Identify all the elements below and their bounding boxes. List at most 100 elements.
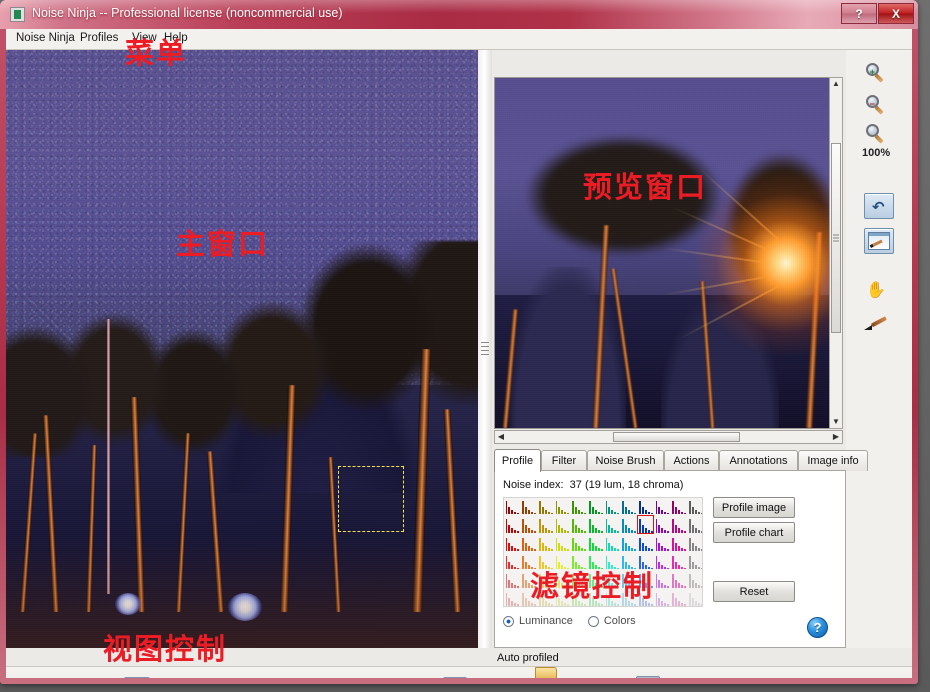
profile-cell[interactable] <box>505 555 520 570</box>
profile-cell[interactable] <box>688 518 702 533</box>
app-icon <box>10 7 25 22</box>
noise-sample-selection[interactable] <box>338 466 404 532</box>
zoom-selection-icon[interactable] <box>124 677 150 678</box>
profile-cell[interactable] <box>555 518 570 533</box>
noise-index-row: Noise index: 37 (19 lum, 18 chroma) <box>503 479 683 491</box>
profile-cell[interactable] <box>672 518 686 533</box>
profile-cell[interactable] <box>622 500 636 515</box>
profile-cell[interactable] <box>588 500 603 515</box>
profile-cell[interactable] <box>655 500 670 515</box>
tab-annotations[interactable]: Annotations <box>719 450 798 471</box>
profile-cell[interactable] <box>522 500 536 515</box>
preview-vscrollbar[interactable]: ▲ ▼ <box>829 77 843 429</box>
profile-cell[interactable] <box>505 573 520 588</box>
pane-splitter[interactable] <box>478 50 492 648</box>
profile-cell[interactable] <box>672 537 686 551</box>
channel-radio-group: Luminance Colors <box>503 615 636 627</box>
profile-cell[interactable] <box>538 500 553 515</box>
profile-cell[interactable] <box>555 537 570 551</box>
tab-profile[interactable]: Profile <box>494 449 541 472</box>
profile-cell[interactable] <box>688 500 702 515</box>
scroll-right-arrow[interactable]: ▶ <box>830 431 842 443</box>
profile-cell[interactable] <box>572 537 586 551</box>
client-area: Noise Ninja Profiles View Help ▲ ▼ ◀ ▶ +… <box>6 29 912 678</box>
tree-canopy-layer <box>6 241 478 457</box>
profile-cell[interactable] <box>522 518 536 533</box>
profile-image-button[interactable]: Profile image <box>713 497 795 518</box>
zoom-out-icon[interactable]: − <box>866 95 896 123</box>
close-button[interactable]: X <box>878 3 914 24</box>
profile-cell[interactable] <box>688 573 702 588</box>
context-help-icon[interactable]: ? <box>636 676 660 678</box>
profile-cell[interactable] <box>605 500 620 515</box>
preview-vscroll-thumb[interactable] <box>831 143 841 333</box>
profile-cell[interactable] <box>605 537 620 551</box>
profile-cell[interactable] <box>672 592 686 606</box>
reset-button[interactable]: Reset <box>713 581 795 602</box>
zoom-in-icon[interactable]: + <box>866 63 896 91</box>
profile-cell[interactable] <box>655 537 670 551</box>
revert-icon[interactable]: ↶ <box>864 193 894 221</box>
preview-hscroll-thumb[interactable] <box>613 432 740 442</box>
profile-cell[interactable] <box>638 500 653 515</box>
profile-cell[interactable] <box>622 518 636 533</box>
profile-cell[interactable] <box>655 573 670 588</box>
preview-image-canvas[interactable] <box>494 77 842 429</box>
brush-icon[interactable] <box>864 314 894 342</box>
tab-image-info[interactable]: Image info <box>798 450 868 471</box>
window-frame: Noise Ninja -- Professional license (non… <box>0 0 918 684</box>
profile-cell[interactable] <box>588 518 603 533</box>
tab-noise-brush[interactable]: Noise Brush <box>587 450 664 471</box>
profile-cell[interactable] <box>622 537 636 551</box>
profile-cell[interactable] <box>672 555 686 570</box>
window-title: Noise Ninja -- Professional license (non… <box>32 6 343 20</box>
profile-cell[interactable] <box>688 592 702 606</box>
tab-filter[interactable]: Filter <box>541 450 587 471</box>
colors-radio[interactable] <box>587 615 599 627</box>
menu-item-profiles[interactable]: Profiles <box>80 32 118 44</box>
profile-tab-panel: Noise index: 37 (19 lum, 18 chroma) Prof… <box>494 470 846 648</box>
profile-cell[interactable] <box>522 537 536 551</box>
menu-item-noise-ninja[interactable]: Noise Ninja <box>16 32 75 44</box>
scroll-left-arrow[interactable]: ◀ <box>495 431 507 443</box>
profile-cell[interactable] <box>655 518 670 533</box>
luminance-radio[interactable] <box>503 615 514 627</box>
title-bar[interactable]: Noise Ninja -- Professional license (non… <box>0 0 918 29</box>
profile-cell[interactable] <box>655 592 670 606</box>
profile-cell[interactable] <box>588 537 603 551</box>
profile-cell[interactable] <box>538 518 553 533</box>
profile-chart-button[interactable]: Profile chart <box>713 522 795 543</box>
annotation-view-control: 视图控制 <box>103 632 228 666</box>
tab-actions[interactable]: Actions <box>664 450 719 471</box>
noise-index-label: Noise index: <box>503 479 564 491</box>
window-controls: ? X <box>841 3 914 24</box>
help-titlebar-button[interactable]: ? <box>841 3 877 24</box>
profile-cell[interactable] <box>505 500 520 515</box>
profile-cell[interactable] <box>672 573 686 588</box>
profile-cell[interactable] <box>638 537 653 551</box>
panel-help-icon[interactable]: ? <box>807 617 828 638</box>
scroll-down-arrow[interactable]: ▼ <box>830 416 842 428</box>
edit-in-window-icon[interactable] <box>864 228 894 256</box>
profile-cell[interactable] <box>505 518 520 533</box>
profile-cell[interactable] <box>605 518 620 533</box>
app-root: Noise Ninja -- Professional license (non… <box>0 0 930 692</box>
sunburst-highlight <box>691 168 841 358</box>
scroll-up-arrow[interactable]: ▲ <box>830 78 842 90</box>
profile-cell[interactable] <box>572 500 586 515</box>
annotation-filter-control: 滤镜控制 <box>530 569 655 603</box>
profile-cell[interactable] <box>555 500 570 515</box>
pan-hand-icon[interactable]: ✋ <box>866 282 896 310</box>
profile-cell[interactable] <box>505 592 520 606</box>
preview-hscrollbar[interactable]: ◀ ▶ <box>494 430 843 444</box>
main-image-canvas[interactable] <box>6 50 478 648</box>
luminance-radio-label: Luminance <box>519 615 573 627</box>
profile-cell[interactable] <box>655 555 670 570</box>
profile-cell[interactable] <box>538 537 553 551</box>
profile-cell[interactable] <box>672 500 686 515</box>
profile-cell[interactable] <box>688 555 702 570</box>
profile-cell[interactable] <box>688 537 702 551</box>
profile-cell[interactable] <box>572 518 586 533</box>
profile-cell[interactable] <box>505 537 520 551</box>
histogram-icon[interactable] <box>443 677 467 678</box>
